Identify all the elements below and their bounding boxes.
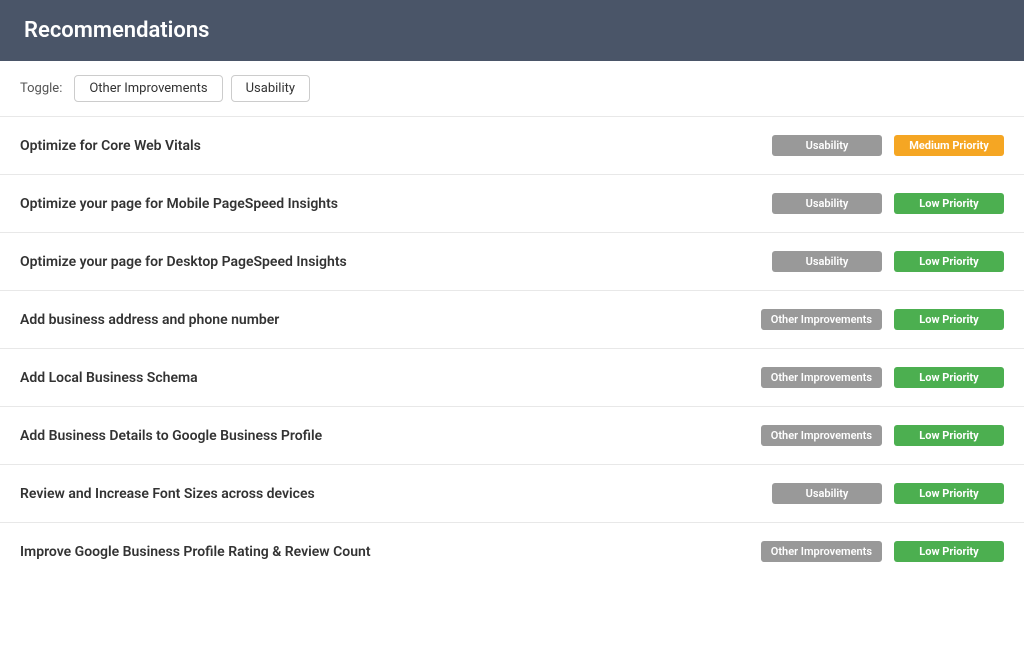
- toggle-usability-button[interactable]: Usability: [231, 75, 310, 102]
- rec-title: Improve Google Business Profile Rating &…: [20, 544, 749, 560]
- category-tag: Usability: [772, 483, 882, 504]
- table-row: Optimize your page for Mobile PageSpeed …: [0, 175, 1024, 233]
- rec-title: Add Local Business Schema: [20, 370, 749, 386]
- recommendations-list: Optimize for Core Web Vitals Usability Med…: [0, 117, 1024, 580]
- rec-title: Optimize your page for Desktop PageSpeed…: [20, 254, 760, 270]
- category-tag: Other Improvements: [761, 367, 882, 388]
- priority-badge: Medium Priority: [894, 135, 1004, 156]
- rec-title: Review and Increase Font Sizes across de…: [20, 486, 760, 502]
- toggle-bar: Toggle: Other Improvements Usability: [0, 61, 1024, 117]
- table-row: Add Local Business Schema Other Improveme…: [0, 349, 1024, 407]
- rec-title: Add Business Details to Google Business …: [20, 428, 749, 444]
- rec-title: Optimize your page for Mobile PageSpeed …: [20, 196, 760, 212]
- rec-title: Add business address and phone number: [20, 312, 749, 328]
- page-title: Recommendations: [24, 18, 1000, 43]
- priority-badge: Low Priority: [894, 309, 1004, 330]
- priority-badge: Low Priority: [894, 425, 1004, 446]
- table-row: Add Business Details to Google Business …: [0, 407, 1024, 465]
- toggle-other-improvements-button[interactable]: Other Improvements: [74, 75, 222, 102]
- category-tag: Other Improvements: [761, 309, 882, 330]
- priority-badge: Low Priority: [894, 541, 1004, 562]
- table-row: Optimize your page for Desktop PageSpeed…: [0, 233, 1024, 291]
- table-row: Optimize for Core Web Vitals Usability Med…: [0, 117, 1024, 175]
- page-header: Recommendations: [0, 0, 1024, 61]
- priority-badge: Low Priority: [894, 251, 1004, 272]
- table-row: Review and Increase Font Sizes across de…: [0, 465, 1024, 523]
- toggle-label: Toggle:: [20, 81, 62, 96]
- priority-badge: Low Priority: [894, 193, 1004, 214]
- rec-title: Optimize for Core Web Vitals: [20, 138, 760, 154]
- category-tag: Usability: [772, 135, 882, 156]
- priority-badge: Low Priority: [894, 483, 1004, 504]
- category-tag: Other Improvements: [761, 541, 882, 562]
- category-tag: Usability: [772, 193, 882, 214]
- table-row: Add business address and phone number Oth…: [0, 291, 1024, 349]
- category-tag: Usability: [772, 251, 882, 272]
- priority-badge: Low Priority: [894, 367, 1004, 388]
- category-tag: Other Improvements: [761, 425, 882, 446]
- table-row: Improve Google Business Profile Rating &…: [0, 523, 1024, 580]
